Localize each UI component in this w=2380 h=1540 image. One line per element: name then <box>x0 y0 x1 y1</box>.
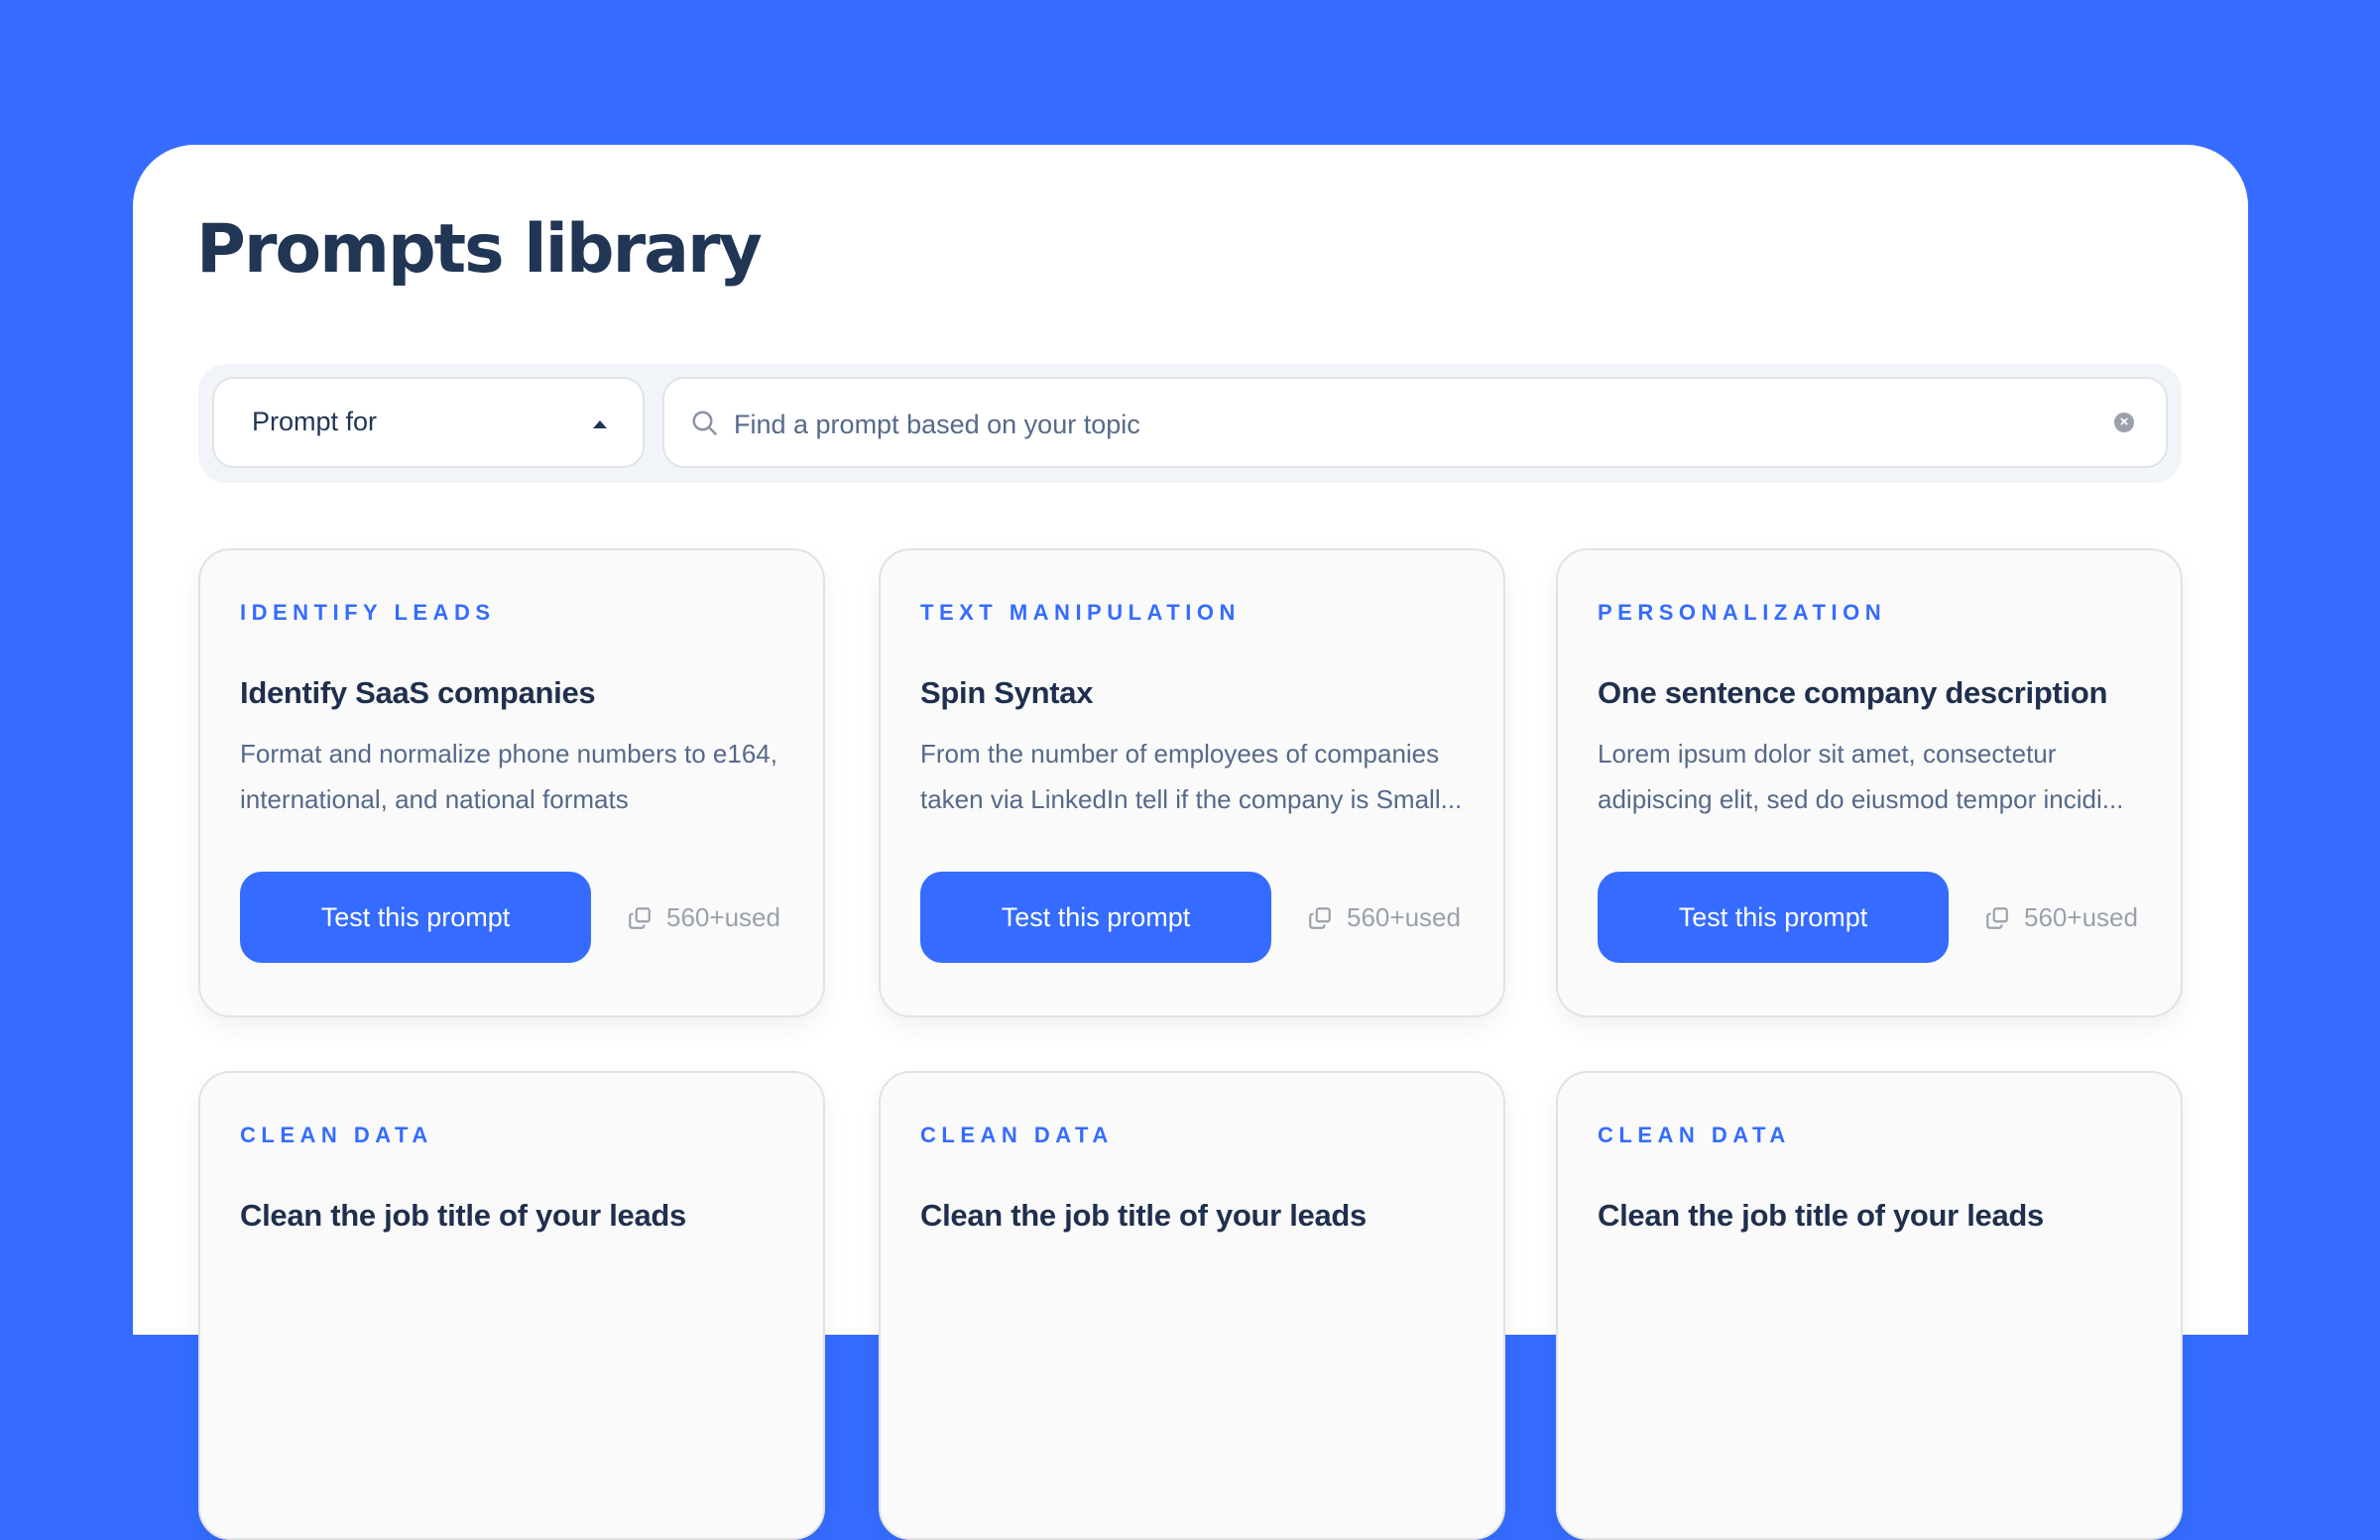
card-category: PERSONALIZATION <box>1598 600 1887 625</box>
card-title: Clean the job title of your leads <box>1598 1198 2044 1233</box>
card-title: Clean the job title of your leads <box>920 1198 1367 1233</box>
card-title: Clean the job title of your leads <box>240 1198 686 1233</box>
usage-text: 560+used <box>666 902 780 932</box>
copy-icon <box>629 906 651 929</box>
prompt-card: CLEAN DATA Clean the job title of your l… <box>198 1071 825 1540</box>
usage-count: 560+used <box>1307 902 1461 933</box>
card-category: CLEAN DATA <box>920 1123 1114 1147</box>
card-description: From the number of employees of companie… <box>920 739 1463 814</box>
card-title: Spin Syntax <box>920 675 1094 710</box>
prompt-card: CLEAN DATA Clean the job title of your l… <box>1556 1071 2183 1540</box>
prompt-card: CLEAN DATA Clean the job title of your l… <box>879 1071 1505 1540</box>
page-title: Prompts library <box>196 210 763 289</box>
card-category: IDENTIFY LEADS <box>240 600 496 625</box>
card-description: Format and normalize phone numbers to e1… <box>240 739 777 814</box>
usage-text: 560+used <box>1347 902 1461 932</box>
prompt-card: IDENTIFY LEADS Identify SaaS companies F… <box>198 548 825 1017</box>
test-prompt-button[interactable]: Test this prompt <box>1598 872 1949 963</box>
prompt-for-dropdown[interactable]: Prompt for <box>212 377 645 468</box>
prompt-card: TEXT MANIPULATION Spin Syntax From the n… <box>879 548 1505 1017</box>
test-prompt-button[interactable]: Test this prompt <box>240 872 591 963</box>
search-box[interactable]: × <box>662 377 2168 468</box>
card-category: CLEAN DATA <box>1598 1123 1791 1147</box>
copy-icon <box>1986 906 2008 929</box>
card-title: One sentence company description <box>1598 675 2108 710</box>
search-icon <box>692 411 718 436</box>
copy-icon <box>1309 906 1331 929</box>
dropdown-label: Prompt for <box>252 407 378 436</box>
search-input[interactable] <box>732 399 2065 450</box>
caret-up-icon <box>593 420 607 428</box>
clear-search-icon[interactable]: × <box>2114 413 2134 432</box>
card-description: Lorem ipsum dolor sit amet, consectetur … <box>1598 739 2124 814</box>
usage-count: 560+used <box>1984 902 2138 933</box>
test-prompt-button[interactable]: Test this prompt <box>920 872 1271 963</box>
usage-count: 560+used <box>627 902 780 933</box>
usage-text: 560+used <box>2024 902 2138 932</box>
prompt-card: PERSONALIZATION One sentence company des… <box>1556 548 2183 1017</box>
card-category: CLEAN DATA <box>240 1123 433 1147</box>
card-title: Identify SaaS companies <box>240 675 596 710</box>
card-category: TEXT MANIPULATION <box>920 600 1241 625</box>
